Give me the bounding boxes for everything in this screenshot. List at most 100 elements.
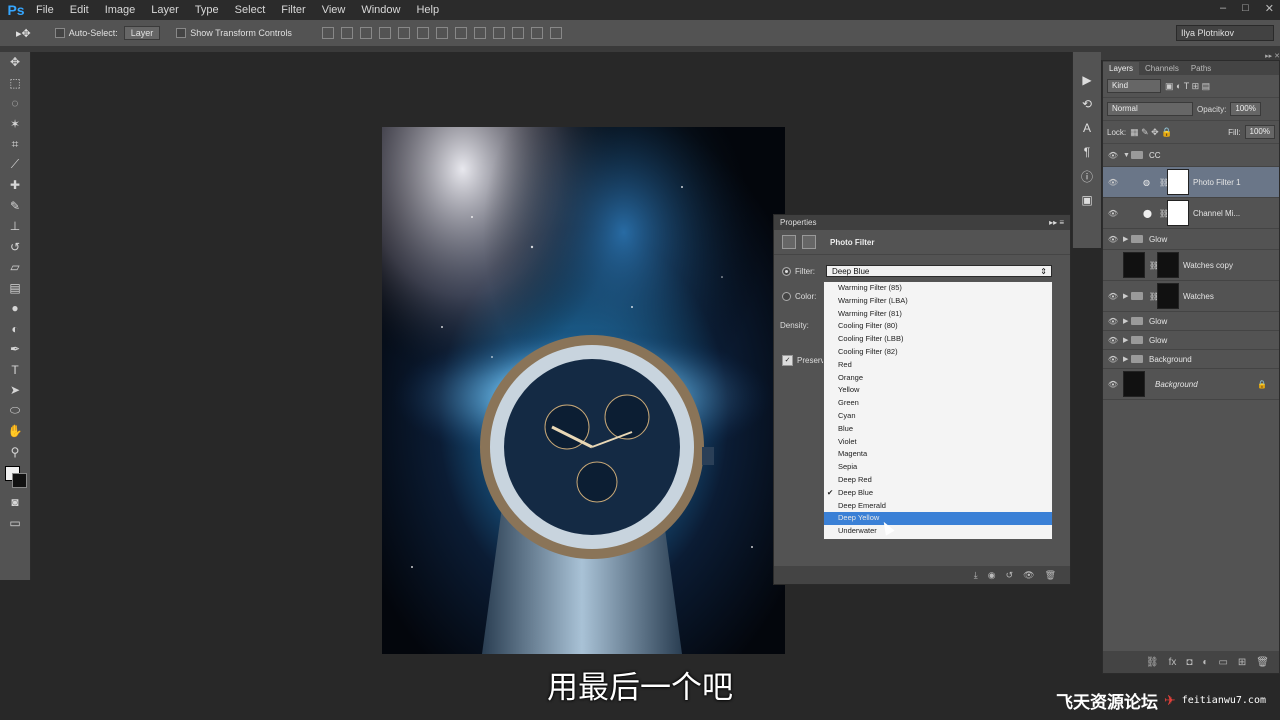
menu-view[interactable]: View bbox=[314, 4, 354, 16]
expand-triangle-icon[interactable]: ▶ bbox=[1123, 235, 1131, 243]
clip-icon[interactable]: ⤓ bbox=[974, 570, 978, 581]
visibility-eye-icon[interactable]: 👁 bbox=[1103, 292, 1123, 301]
menu-window[interactable]: Window bbox=[353, 4, 408, 16]
zoom-tool-icon[interactable]: ⚲ bbox=[0, 442, 30, 463]
dropdown-item[interactable]: Deep Emerald bbox=[824, 500, 1052, 513]
expand-triangle-icon[interactable]: ▼ bbox=[1123, 152, 1131, 159]
type-tool-icon[interactable]: T bbox=[0, 360, 30, 381]
dropdown-item[interactable]: Cooling Filter (LBB) bbox=[824, 333, 1052, 346]
hand-tool-icon[interactable]: ✋ bbox=[0, 421, 30, 442]
blend-mode-select[interactable]: Normal bbox=[1107, 102, 1193, 116]
dropdown-item[interactable]: Warming Filter (85) bbox=[824, 282, 1052, 295]
properties-icon[interactable]: ▣ bbox=[1073, 188, 1101, 212]
eraser-icon[interactable]: ▱ bbox=[0, 257, 30, 278]
visibility-eye-icon[interactable]: 👁 bbox=[1103, 209, 1123, 218]
layer-group[interactable]: 👁 ▶ Glow bbox=[1103, 331, 1279, 350]
visibility-eye-icon[interactable]: 👁 bbox=[1103, 235, 1123, 244]
brush-tool-icon[interactable]: ✎ bbox=[0, 196, 30, 217]
visibility-eye-icon[interactable]: 👁 bbox=[1103, 336, 1123, 345]
dropdown-item[interactable]: Yellow bbox=[824, 384, 1052, 397]
distribute-bottom-icon[interactable] bbox=[473, 27, 486, 39]
dropdown-item-highlighted[interactable]: Deep Yellow bbox=[824, 512, 1052, 526]
align-right-icon[interactable] bbox=[416, 27, 429, 39]
color-swatches[interactable] bbox=[0, 462, 30, 492]
align-left-icon[interactable] bbox=[378, 27, 391, 39]
fill-input[interactable]: 100% bbox=[1244, 125, 1275, 139]
close-button[interactable]: ✕ bbox=[1265, 2, 1274, 15]
layer-thumbnail[interactable] bbox=[1123, 371, 1145, 397]
opacity-input[interactable]: 100% bbox=[1230, 102, 1261, 116]
dropdown-item[interactable]: Underwater bbox=[824, 525, 1052, 538]
menu-edit[interactable]: Edit bbox=[62, 4, 97, 16]
align-hcenter-icon[interactable] bbox=[397, 27, 410, 39]
menu-help[interactable]: Help bbox=[408, 4, 447, 16]
background-color-swatch[interactable] bbox=[12, 473, 27, 488]
dropdown-item[interactable]: Violet bbox=[824, 436, 1052, 449]
mask-thumbnail[interactable] bbox=[1157, 283, 1179, 309]
mask-thumbnail[interactable] bbox=[1167, 169, 1189, 195]
screen-mode-icon[interactable]: ▭ bbox=[0, 513, 30, 534]
panel-collapse-bar[interactable]: ▸▸ ✕ bbox=[1072, 52, 1280, 60]
blur-tool-icon[interactable]: ● bbox=[0, 298, 30, 319]
dropdown-item-checked[interactable]: ✔ Deep Blue bbox=[824, 487, 1052, 500]
dropdown-item[interactable]: Deep Red bbox=[824, 474, 1052, 487]
expand-triangle-icon[interactable]: ▶ bbox=[1123, 355, 1131, 363]
menu-filter[interactable]: Filter bbox=[273, 4, 313, 16]
layer-row-selected[interactable]: 👁 ◍ ⛓ Photo Filter 1 bbox=[1103, 167, 1279, 198]
dropdown-item[interactable]: Magenta bbox=[824, 448, 1052, 461]
clone-stamp-icon[interactable]: ⊥ bbox=[0, 216, 30, 237]
workspace-user-select[interactable]: Ilya Plotnikov bbox=[1176, 25, 1274, 41]
info-icon[interactable]: ⓘ bbox=[1073, 164, 1101, 188]
lasso-tool-icon[interactable]: ◌ bbox=[0, 93, 30, 114]
eyedropper-icon[interactable]: ⟋ bbox=[0, 155, 30, 176]
maximize-button[interactable]: □ bbox=[1242, 2, 1249, 15]
dropdown-item[interactable]: Green bbox=[824, 397, 1052, 410]
dropdown-item[interactable]: Cooling Filter (80) bbox=[824, 320, 1052, 333]
reset-icon[interactable]: ↺ bbox=[1006, 570, 1014, 581]
quick-mask-icon[interactable]: ◙ bbox=[0, 492, 30, 513]
menu-layer[interactable]: Layer bbox=[143, 4, 187, 16]
transform-controls-checkbox[interactable] bbox=[176, 28, 187, 38]
mask-icon[interactable] bbox=[802, 235, 816, 249]
history-icon[interactable]: ⟲ bbox=[1073, 92, 1101, 116]
shape-tool-icon[interactable]: ⬭ bbox=[0, 401, 30, 422]
align-bottom-icon[interactable] bbox=[359, 27, 372, 39]
visibility-eye-icon[interactable]: 👁 bbox=[1103, 151, 1123, 160]
expand-triangle-icon[interactable]: ▶ bbox=[1123, 292, 1131, 300]
align-vcenter-icon[interactable] bbox=[340, 27, 353, 39]
distribute-vcenter-icon[interactable] bbox=[454, 27, 467, 39]
view-previous-icon[interactable]: ◉ bbox=[988, 570, 996, 581]
distribute-left-icon[interactable] bbox=[492, 27, 505, 39]
dropdown-item[interactable]: Cyan bbox=[824, 410, 1052, 423]
healing-brush-icon[interactable]: ✚ bbox=[0, 175, 30, 196]
marquee-tool-icon[interactable]: ⬚ bbox=[0, 73, 30, 94]
kind-filter-select[interactable]: Kind bbox=[1107, 79, 1161, 93]
panel-menu-icon[interactable]: ▸▸ ≡ bbox=[1049, 218, 1064, 227]
history-brush-icon[interactable]: ↺ bbox=[0, 237, 30, 258]
mask-thumbnail[interactable] bbox=[1157, 252, 1179, 278]
dropdown-item[interactable]: Sepia bbox=[824, 461, 1052, 474]
visibility-eye-icon[interactable]: 👁 bbox=[1103, 178, 1123, 187]
adjustment-icon[interactable] bbox=[782, 235, 796, 249]
tab-channels[interactable]: Channels bbox=[1139, 62, 1185, 75]
dodge-tool-icon[interactable]: ◐ bbox=[0, 319, 30, 340]
minimize-button[interactable]: – bbox=[1220, 2, 1226, 15]
dropdown-item[interactable]: Red bbox=[824, 359, 1052, 372]
canvas-image[interactable] bbox=[382, 127, 785, 654]
dropdown-item[interactable]: Warming Filter (LBA) bbox=[824, 295, 1052, 308]
distribute-top-icon[interactable] bbox=[435, 27, 448, 39]
distribute-right-icon[interactable] bbox=[530, 27, 543, 39]
tab-paths[interactable]: Paths bbox=[1185, 62, 1217, 75]
dropdown-item[interactable]: Cooling Filter (82) bbox=[824, 346, 1052, 359]
menu-type[interactable]: Type bbox=[187, 4, 227, 16]
lock-icons[interactable]: ▦ ✎ ✥ 🔒 bbox=[1130, 127, 1172, 138]
layer-row[interactable]: ⛓ Watches copy bbox=[1103, 250, 1279, 281]
filter-select[interactable]: Deep Blue ⇕ bbox=[826, 265, 1052, 277]
expand-triangle-icon[interactable]: ▶ bbox=[1123, 317, 1131, 325]
magic-wand-icon[interactable]: ✶ bbox=[0, 114, 30, 135]
auto-select-checkbox[interactable] bbox=[54, 28, 65, 38]
move-tool-icon[interactable]: ✥ bbox=[0, 52, 30, 73]
character-icon[interactable]: A bbox=[1073, 116, 1101, 140]
layer-group[interactable]: 👁 ▼ CC bbox=[1103, 144, 1279, 167]
menu-file[interactable]: File bbox=[28, 4, 62, 16]
